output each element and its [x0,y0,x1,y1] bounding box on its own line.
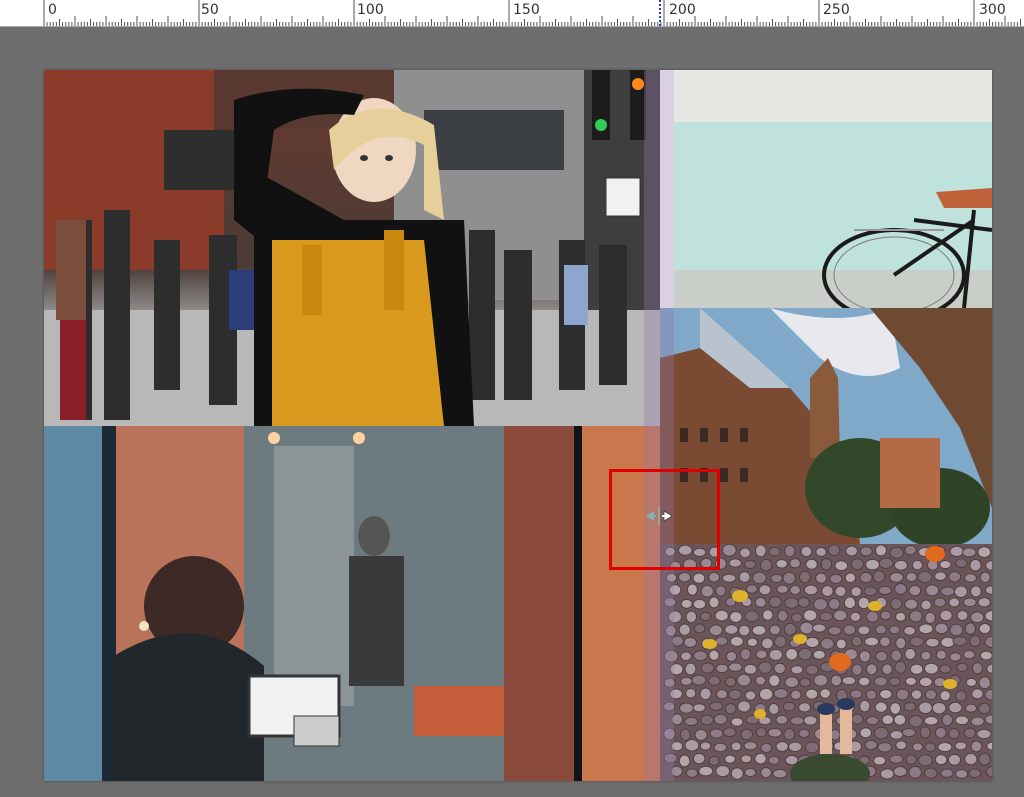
horizontal-ruler[interactable]: 0 50 100 150 200 250 300 [0,0,1024,27]
photo-bicycle-wall-image [674,70,992,308]
photo-bicycle-wall[interactable] [674,70,992,308]
ruler-ticks [43,0,1021,26]
ruler-label: 50 [201,2,219,18]
photo-cobblestone-leaves[interactable] [660,544,992,781]
ruler-label: 250 [823,2,850,18]
collage-page[interactable] [44,70,992,781]
photo-cafe-window[interactable] [44,426,660,781]
ruler-label: 100 [357,2,384,18]
ruler-guide-marker[interactable] [659,0,661,26]
ruler-label: 300 [979,2,1006,18]
photo-woman-yellow-overalls[interactable] [44,70,660,426]
photo-cafe-window-image [44,426,660,781]
ruler-label: 150 [513,2,540,18]
ruler-label: 0 [48,2,57,18]
photo-cobblestone-leaves-image [660,544,992,781]
photo-woman-yellow-overalls-image [44,70,660,426]
resize-cursor-icon [642,505,676,527]
ruler-label: 200 [669,2,696,18]
column-divider-overlay[interactable] [644,70,674,781]
